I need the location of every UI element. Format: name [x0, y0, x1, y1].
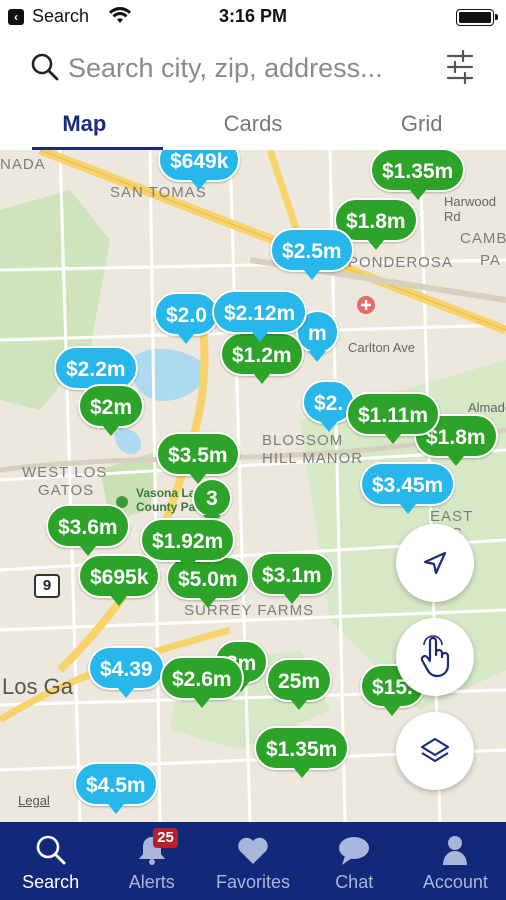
listing-price-marker[interactable]: $1.92m	[140, 518, 236, 570]
listing-price-marker[interactable]: $649k	[158, 150, 241, 190]
layers-icon	[420, 737, 450, 763]
map-label: NADA	[0, 156, 46, 173]
navigation-arrow-icon	[423, 551, 447, 575]
battery-icon	[456, 9, 498, 26]
map-layers-button[interactable]	[396, 712, 474, 790]
listing-cluster-marker[interactable]: 3	[192, 478, 232, 526]
street-label: Almaden	[468, 400, 506, 415]
draw-search-button[interactable]	[396, 618, 474, 696]
nav-favorites[interactable]: Favorites	[202, 822, 303, 900]
legal-link[interactable]: Legal	[18, 793, 50, 808]
street-label: Harwood Rd	[444, 194, 497, 224]
filter-sliders-icon[interactable]	[444, 48, 476, 86]
map-label: BLOSSOM	[262, 432, 344, 449]
listing-price-marker[interactable]: $4.39	[88, 646, 165, 698]
listing-price-marker[interactable]: $3.45m	[360, 462, 456, 514]
map-view[interactable]: NADA SAN TOMAS PONDEROSA CAMB PA BLOSSOM…	[0, 150, 506, 822]
listing-price-marker[interactable]: $4.5m	[74, 762, 158, 814]
nav-search[interactable]: Search	[0, 822, 101, 900]
locate-me-button[interactable]	[396, 524, 474, 602]
search-icon	[31, 53, 59, 81]
map-label: HILL MANOR	[262, 450, 364, 467]
map-label: PA	[480, 252, 501, 269]
map-label: CAMB	[460, 230, 506, 247]
bottom-tab-bar: Search 25 Alerts Favorites Chat Account	[0, 822, 506, 900]
nav-label: Chat	[335, 872, 374, 892]
map-label: GATOS	[38, 482, 95, 499]
nav-label: Search	[22, 872, 80, 892]
search-input[interactable]	[68, 50, 428, 86]
nav-account[interactable]: Account	[405, 822, 506, 900]
map-label: Los Ga	[2, 674, 73, 699]
listing-price-marker[interactable]: $2m	[78, 384, 145, 436]
status-bar: ‹ Search 3:16 PM	[0, 0, 506, 34]
listing-price-marker[interactable]: $695k	[78, 554, 161, 606]
route-shield: 9	[34, 574, 60, 598]
tab-cards[interactable]: Cards	[169, 102, 338, 150]
listing-price-marker[interactable]: $1.35m	[370, 150, 466, 200]
nav-label: Favorites	[215, 872, 291, 892]
tab-grid[interactable]: Grid	[337, 102, 506, 150]
listing-price-marker[interactable]: $2.12m	[212, 290, 308, 342]
hand-pointer-icon	[420, 635, 450, 678]
listing-price-marker[interactable]: $1.11m	[346, 392, 441, 444]
listing-price-marker[interactable]: $3.6m	[46, 504, 130, 556]
listing-price-marker[interactable]: $3.5m	[156, 432, 240, 484]
listing-price-marker[interactable]: $1.35m	[254, 726, 350, 778]
listing-price-marker[interactable]: $2.0	[154, 292, 219, 344]
listing-price-marker[interactable]: $2.5m	[270, 228, 354, 280]
nav-label: Account	[422, 872, 488, 892]
view-tabs: Map Cards Grid	[0, 102, 506, 150]
map-label: WEST LOS	[22, 464, 108, 481]
nav-chat[interactable]: Chat	[304, 822, 405, 900]
chat-bubble-icon	[339, 837, 370, 865]
nav-alerts[interactable]: 25 Alerts	[101, 822, 202, 900]
heart-icon	[238, 837, 268, 864]
status-time: 3:16 PM	[218, 6, 288, 26]
listing-price-marker[interactable]: $3.1m	[250, 552, 334, 604]
map-label: PONDEROSA	[348, 254, 453, 271]
alerts-count-badge: 25	[153, 828, 178, 848]
street-label: Carlton Ave	[348, 340, 415, 355]
search-bar	[0, 40, 506, 96]
tab-map[interactable]: Map	[0, 102, 169, 150]
listing-price-marker[interactable]: 25m	[266, 658, 333, 710]
nav-label: Alerts	[128, 872, 175, 892]
search-icon	[36, 835, 66, 865]
listing-price-marker[interactable]: $2.6m	[160, 656, 244, 708]
person-icon	[443, 836, 468, 865]
